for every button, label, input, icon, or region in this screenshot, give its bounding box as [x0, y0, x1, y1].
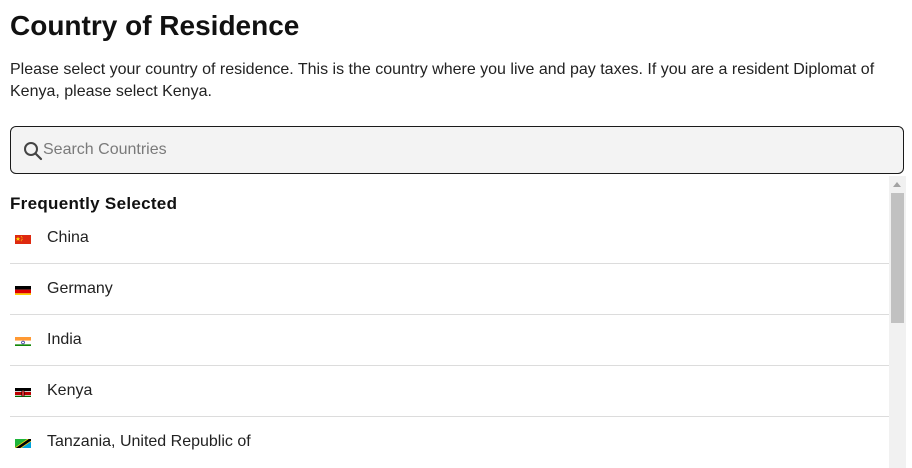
search-icon	[23, 141, 43, 161]
country-option-china[interactable]: China	[10, 213, 889, 264]
country-option-germany[interactable]: Germany	[10, 264, 889, 315]
germany-flag-icon	[15, 284, 31, 295]
india-flag-icon	[15, 335, 31, 346]
country-label: Germany	[47, 280, 113, 297]
search-box[interactable]	[10, 126, 904, 174]
search-input[interactable]	[43, 127, 893, 173]
country-option-tanzania[interactable]: Tanzania, United Republic of	[10, 417, 889, 467]
tanzania-flag-icon	[15, 437, 31, 448]
country-label: Tanzania, United Republic of	[47, 433, 251, 450]
page-description: Please select your country of residence.…	[10, 61, 875, 100]
scrollbar-thumb[interactable]	[891, 193, 904, 323]
section-heading: Frequently Selected	[10, 194, 178, 213]
list-scrollbar[interactable]	[889, 176, 906, 468]
country-label: Kenya	[47, 382, 93, 399]
scroll-up-arrow-icon[interactable]	[893, 182, 901, 187]
china-flag-icon	[15, 233, 31, 244]
country-label: India	[47, 331, 82, 348]
page-title: Country of Residence	[10, 10, 300, 41]
country-list: Frequently Selected China Germany India …	[10, 176, 890, 468]
country-label: China	[47, 229, 89, 246]
country-option-kenya[interactable]: Kenya	[10, 366, 889, 417]
country-option-india[interactable]: India	[10, 315, 889, 366]
kenya-flag-icon	[15, 386, 31, 397]
